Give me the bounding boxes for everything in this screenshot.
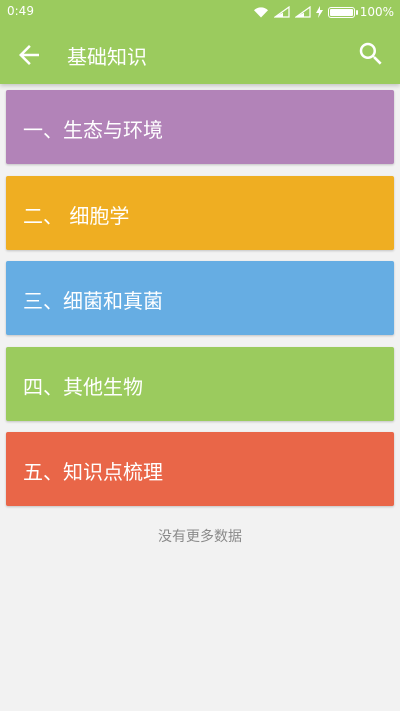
category-card[interactable]: 一、生态与环境	[6, 90, 394, 164]
page-title: 基础知识	[67, 45, 147, 69]
signal-icon	[273, 6, 290, 18]
back-button[interactable]	[14, 40, 44, 70]
category-label: 二、 细胞学	[23, 204, 130, 228]
battery-icon	[327, 6, 358, 18]
category-card[interactable]: 四、其他生物	[6, 347, 394, 421]
search-button[interactable]	[356, 39, 386, 69]
toolbar: 基础知识	[0, 24, 400, 84]
category-label: 一、生态与环境	[23, 118, 163, 142]
battery-percent: 100%	[359, 5, 394, 19]
category-card[interactable]: 五、知识点梳理	[6, 432, 394, 506]
no-more-data-text: 没有更多数据	[158, 529, 242, 545]
category-card[interactable]: 二、 细胞学	[6, 176, 394, 250]
search-icon	[359, 42, 382, 65]
category-label: 三、细菌和真菌	[23, 289, 163, 313]
status-icons: 100%	[248, 3, 394, 21]
status-bar: 0:49 100%	[0, 0, 400, 24]
status-time: 0:49	[7, 4, 34, 18]
arrow-left-icon	[19, 45, 39, 65]
battery-fill	[329, 8, 353, 16]
category-card[interactable]: 三、细菌和真菌	[6, 261, 394, 335]
category-label: 五、知识点梳理	[23, 460, 163, 484]
signal-icon	[294, 6, 311, 18]
category-label: 四、其他生物	[23, 375, 143, 399]
charging-icon	[315, 6, 323, 18]
wifi-icon	[253, 7, 268, 18]
app-header: 0:49 100% 基础知识	[0, 0, 400, 84]
